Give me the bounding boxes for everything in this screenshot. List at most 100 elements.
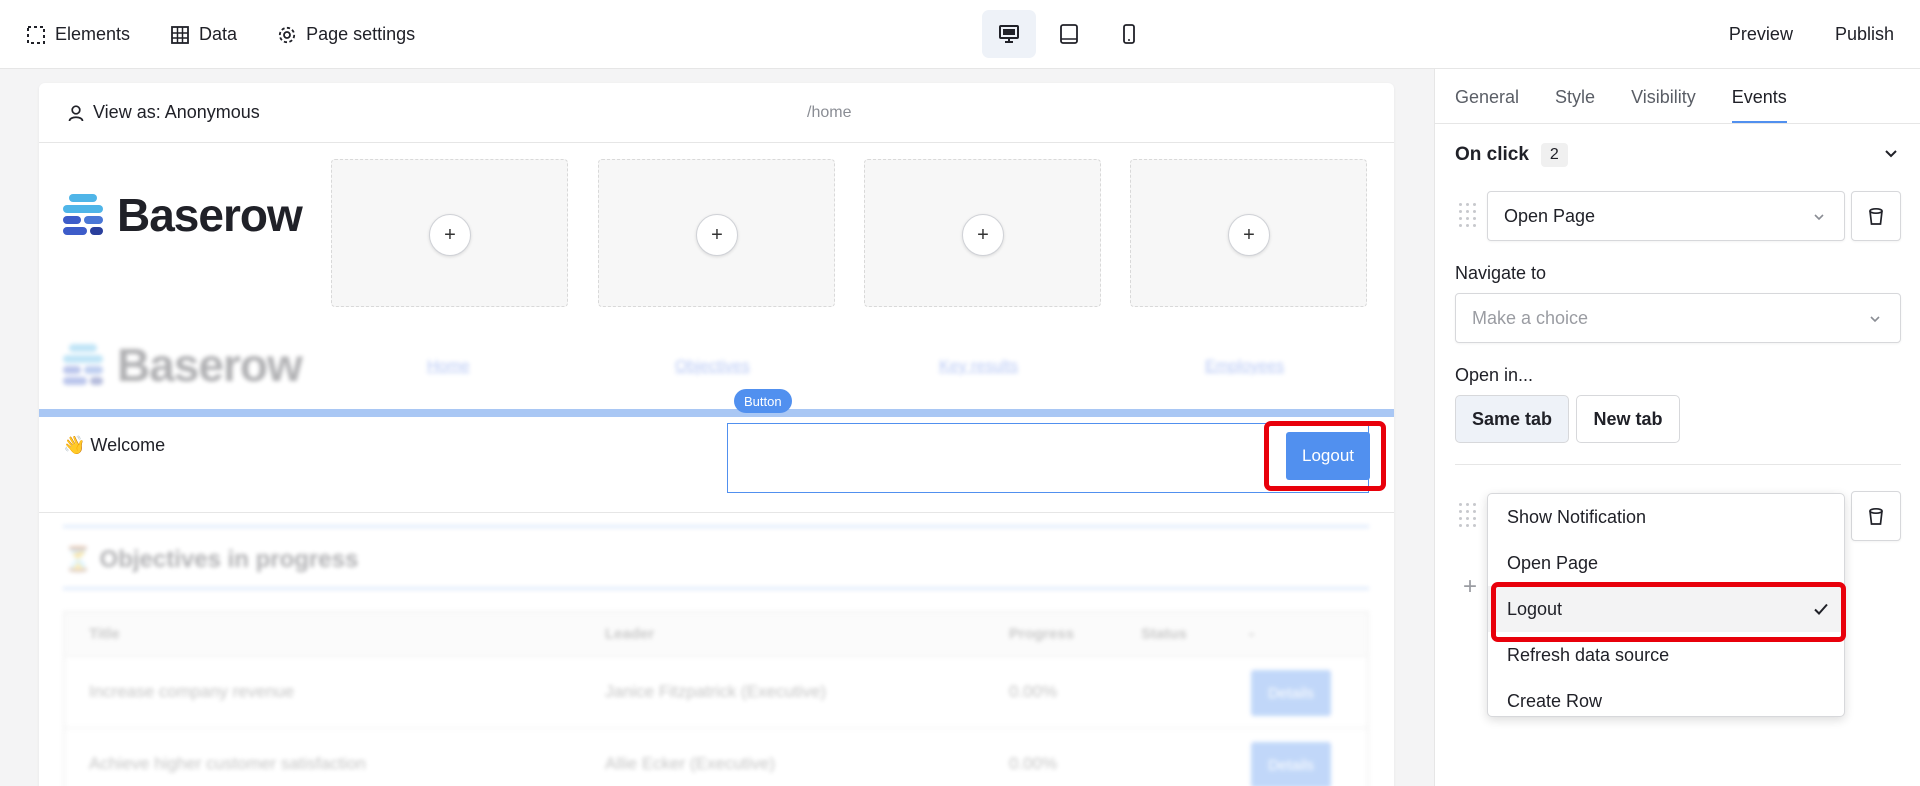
data-label: Data xyxy=(199,24,238,44)
top-bar: Elements Data Page settings Preview Publ… xyxy=(0,0,1920,69)
top-bar-left: Elements Data Page settings xyxy=(26,0,415,69)
table-header: Leader xyxy=(605,625,655,643)
device-switcher xyxy=(982,10,1156,58)
header-section: Baserow + + + + xyxy=(39,144,1394,324)
nav-link[interactable]: Key results xyxy=(939,358,1018,376)
details-button[interactable]: Details xyxy=(1251,670,1331,716)
same-tab-button[interactable]: Same tab xyxy=(1455,395,1569,443)
selected-element-tag: Button xyxy=(734,389,792,413)
event-header[interactable]: On click 2 xyxy=(1455,143,1568,167)
objectives-table: Title Leader Progress Status - Increase … xyxy=(63,611,1369,786)
event-title: On click xyxy=(1455,144,1529,165)
add-element-button[interactable]: + xyxy=(429,214,471,256)
dropdown-option-show-notification[interactable]: Show Notification xyxy=(1488,494,1844,540)
baserow-logo-icon xyxy=(63,194,103,235)
action-type-select[interactable]: Open Page xyxy=(1487,191,1845,241)
logo-text: Baserow xyxy=(117,189,303,241)
user-icon xyxy=(68,104,84,121)
button-element-frame[interactable] xyxy=(727,423,1369,493)
tablet-icon xyxy=(1060,24,1078,44)
dropdown-option-logout[interactable]: Logout xyxy=(1488,586,1844,632)
tablet-view-button[interactable] xyxy=(1042,10,1096,58)
add-action-plus-icon[interactable]: + xyxy=(1463,573,1477,601)
page-settings-label: Page settings xyxy=(306,24,416,44)
top-bar-right: Preview Publish xyxy=(1729,0,1894,69)
publish-button[interactable]: Publish xyxy=(1835,24,1894,45)
page-preview-header: View as: Anonymous /home xyxy=(39,83,1394,143)
empty-column-slot: + xyxy=(598,159,835,307)
plus-icon: + xyxy=(977,223,989,246)
table-cell: Achieve higher customer satisfaction xyxy=(89,754,366,773)
desktop-icon xyxy=(999,25,1019,43)
preview-button[interactable]: Preview xyxy=(1729,24,1793,45)
tab-events[interactable]: Events xyxy=(1731,69,1787,123)
panel-tabs: General Style Visibility Events xyxy=(1455,69,1787,123)
dropdown-option-label: Logout xyxy=(1507,598,1563,619)
welcome-row: 👋 Welcome Logout xyxy=(39,417,1394,513)
action-type-dropdown: Show Notification Open Page Logout Refre… xyxy=(1487,493,1845,717)
navigate-to-select[interactable]: Make a choice xyxy=(1455,293,1901,343)
empty-column-slot: + xyxy=(1130,159,1367,307)
desktop-view-button[interactable] xyxy=(982,10,1036,58)
tab-style[interactable]: Style xyxy=(1555,69,1595,123)
plus-icon: + xyxy=(711,223,723,246)
baserow-logo-icon xyxy=(63,344,103,385)
drag-handle-icon[interactable] xyxy=(1457,501,1477,531)
add-element-button[interactable]: + xyxy=(1228,214,1270,256)
table-icon xyxy=(171,25,189,44)
table-cell: 0.00% xyxy=(1009,754,1058,773)
nav-link[interactable]: Employees xyxy=(1205,358,1284,376)
properties-panel: General Style Visibility Events On click… xyxy=(1434,69,1920,786)
details-button[interactable]: Details xyxy=(1251,742,1331,786)
table-header: Progress xyxy=(1009,625,1075,643)
plus-icon: + xyxy=(444,223,456,246)
page-path: /home xyxy=(807,103,852,121)
checkmark-icon xyxy=(1814,603,1828,615)
plus-icon: + xyxy=(1243,223,1255,246)
table-cell: 0.00% xyxy=(1009,682,1058,701)
nav-section: Baserow Home Objectives Key results Empl… xyxy=(39,324,1394,408)
open-in-label: Open in... xyxy=(1455,365,1534,385)
table-header-row: Title Leader Progress Status - xyxy=(65,613,1367,657)
elements-label: Elements xyxy=(55,24,131,44)
data-button[interactable]: Data xyxy=(170,24,237,45)
add-element-button[interactable]: + xyxy=(696,214,738,256)
add-element-button[interactable]: + xyxy=(962,214,1004,256)
selected-element-bar xyxy=(39,409,1394,417)
elements-icon xyxy=(27,25,45,44)
page-settings-button[interactable]: Page settings xyxy=(277,24,415,45)
navigate-to-placeholder: Make a choice xyxy=(1472,307,1589,328)
chevron-down-icon xyxy=(1870,316,1880,323)
baserow-logo-blurred: Baserow xyxy=(63,338,303,392)
nav-link[interactable]: Objectives xyxy=(675,358,750,376)
elements-button[interactable]: Elements xyxy=(26,24,130,45)
mobile-icon xyxy=(1123,24,1135,44)
tab-general[interactable]: General xyxy=(1455,69,1519,123)
tab-visibility[interactable]: Visibility xyxy=(1631,69,1696,123)
divider xyxy=(63,587,1369,590)
drag-handle-icon[interactable] xyxy=(1457,201,1477,231)
view-as-selector[interactable]: View as: Anonymous xyxy=(67,102,260,123)
dropdown-option-create-row[interactable]: Create Row xyxy=(1488,678,1844,716)
dropdown-option-refresh-data-source[interactable]: Refresh data source xyxy=(1488,632,1844,678)
table-cell: Janice Fitzpatrick (Executive) xyxy=(605,682,827,701)
logout-button[interactable]: Logout xyxy=(1286,432,1370,480)
delete-action-button[interactable] xyxy=(1851,491,1901,541)
objectives-title: ⏳ Objectives in progress xyxy=(63,546,359,573)
logo-text: Baserow xyxy=(117,339,303,391)
chevron-down-icon[interactable] xyxy=(1883,145,1899,161)
baserow-logo: Baserow xyxy=(63,188,303,242)
gear-icon xyxy=(278,26,296,43)
mobile-view-button[interactable] xyxy=(1102,10,1156,58)
objectives-section: ⏳ Objectives in progress Title Leader Pr… xyxy=(39,515,1394,786)
table-header: Title xyxy=(89,625,120,643)
page-preview: View as: Anonymous /home Baserow + + + +… xyxy=(39,83,1394,786)
chevron-down-icon xyxy=(1814,214,1824,221)
view-as-label: View as: Anonymous xyxy=(93,102,260,122)
empty-column-slot: + xyxy=(864,159,1101,307)
nav-link[interactable]: Home xyxy=(427,358,470,376)
welcome-text: 👋 Welcome xyxy=(63,435,166,455)
delete-action-button[interactable] xyxy=(1851,191,1901,241)
dropdown-option-open-page[interactable]: Open Page xyxy=(1488,540,1844,586)
new-tab-button[interactable]: New tab xyxy=(1576,395,1680,443)
